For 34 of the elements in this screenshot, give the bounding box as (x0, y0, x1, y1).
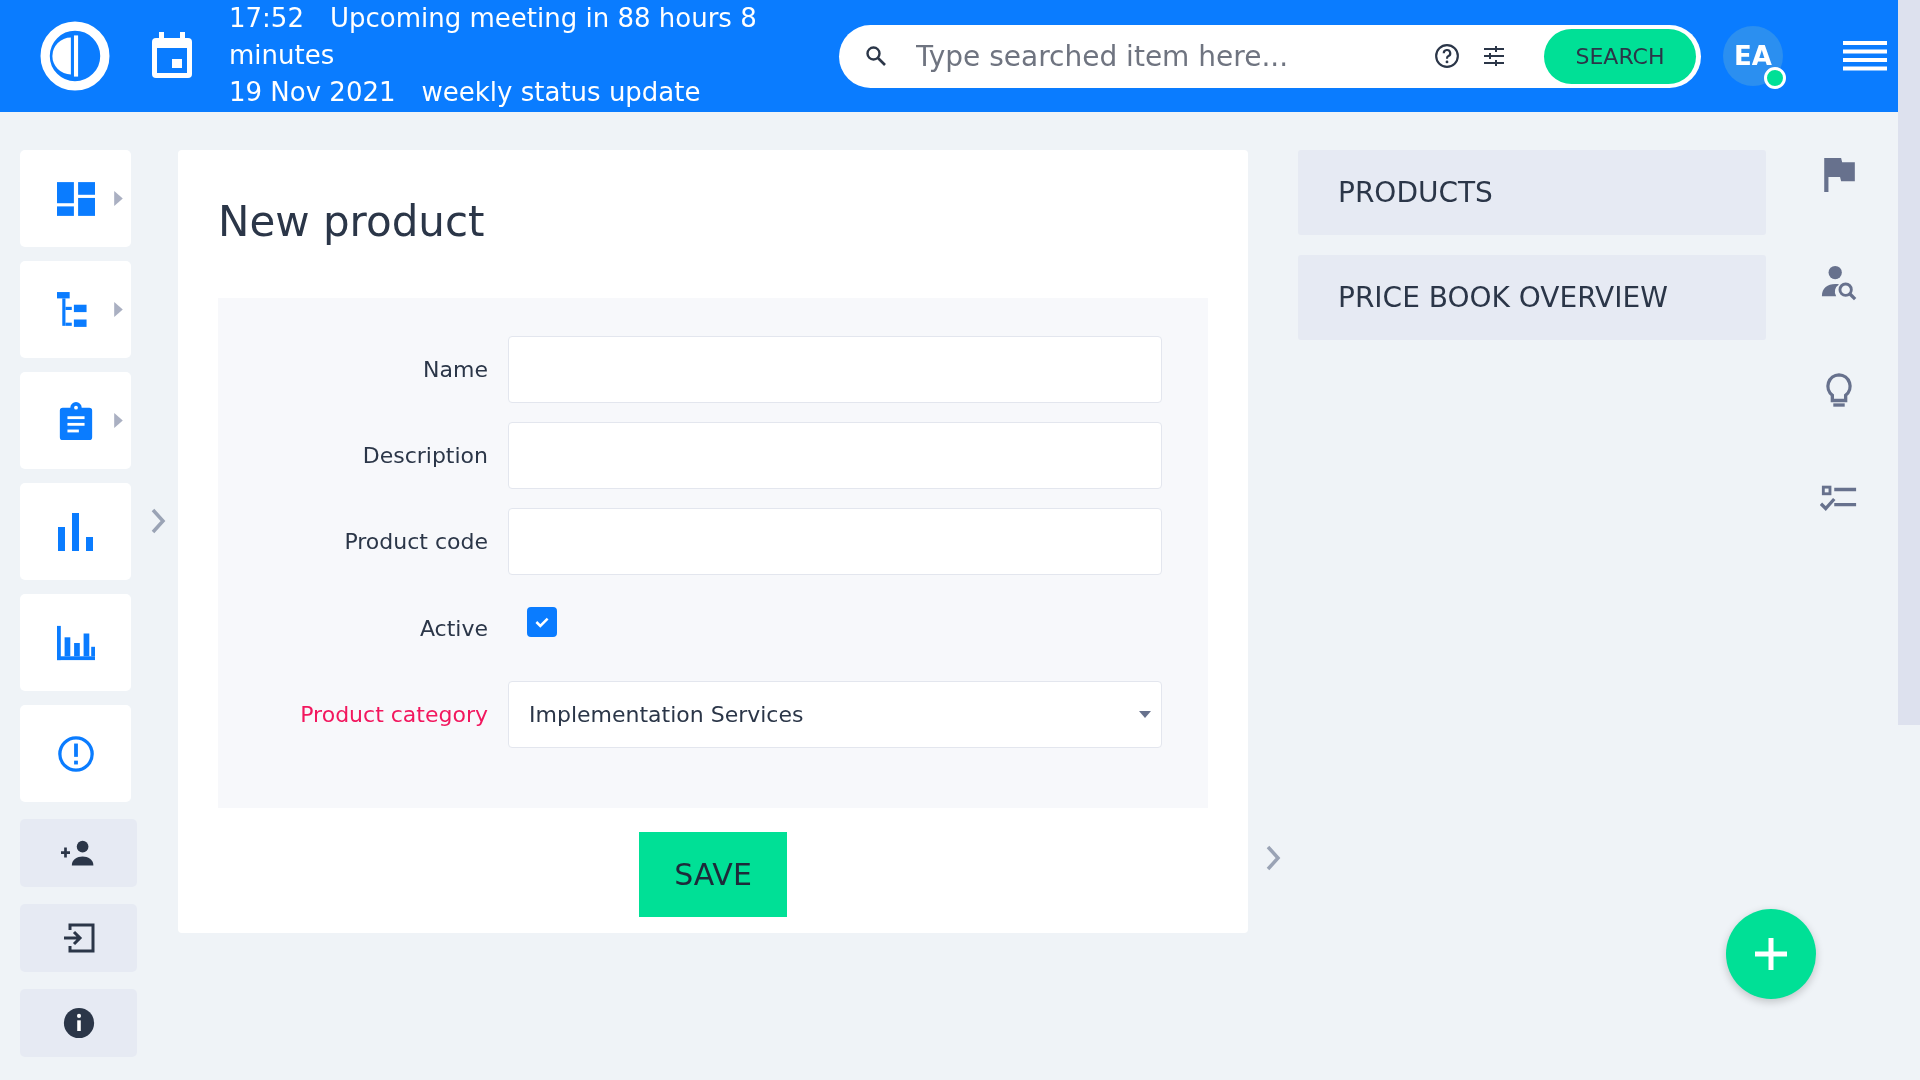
user-search-icon[interactable] (1819, 264, 1858, 302)
alert-icon (56, 734, 95, 773)
active-checkbox[interactable] (527, 607, 557, 637)
sidebar-item[interactable] (20, 989, 137, 1057)
filter-sliders-icon[interactable] (1482, 44, 1506, 68)
text-input-field[interactable] (508, 422, 1162, 489)
search-field[interactable]: Type searched item here... SEARCH (839, 24, 1701, 88)
search-button[interactable]: SEARCH (1544, 28, 1696, 84)
sidebar-item[interactable] (20, 904, 137, 972)
menu-icon[interactable] (1843, 41, 1887, 71)
collapse-chevron-icon[interactable] (1265, 844, 1281, 872)
side-menu-item[interactable]: PRODUCTS (1298, 150, 1766, 235)
save-button[interactable]: SAVE (639, 832, 787, 917)
text-input-field[interactable] (508, 336, 1162, 403)
page-title: New product (218, 196, 486, 248)
logo-icon[interactable] (40, 21, 110, 91)
field-label: Product code (343, 529, 489, 554)
calendar-icon[interactable] (150, 32, 194, 80)
column-chart-icon (56, 623, 95, 662)
field-label: Product category (299, 702, 489, 727)
text-input-field[interactable] (508, 508, 1162, 575)
field-label: Name (422, 357, 489, 382)
field-label: Active (418, 615, 489, 641)
bar-chart-icon (56, 512, 95, 551)
side-menu-item[interactable]: PRICE BOOK OVERVIEW (1298, 255, 1766, 340)
expand-chevron-icon[interactable] (150, 507, 166, 535)
sidebar-item[interactable] (20, 819, 137, 887)
meeting-date-and-name[interactable]: 19 Nov 2021 weekly status update (229, 73, 789, 111)
field-label: Description (361, 443, 489, 468)
category-dropdown[interactable]: Implementation Services (508, 681, 1162, 748)
dashboard-icon (56, 179, 95, 218)
help-icon[interactable] (1434, 43, 1460, 69)
caret-icon (1139, 711, 1151, 718)
search-icon (864, 44, 888, 68)
